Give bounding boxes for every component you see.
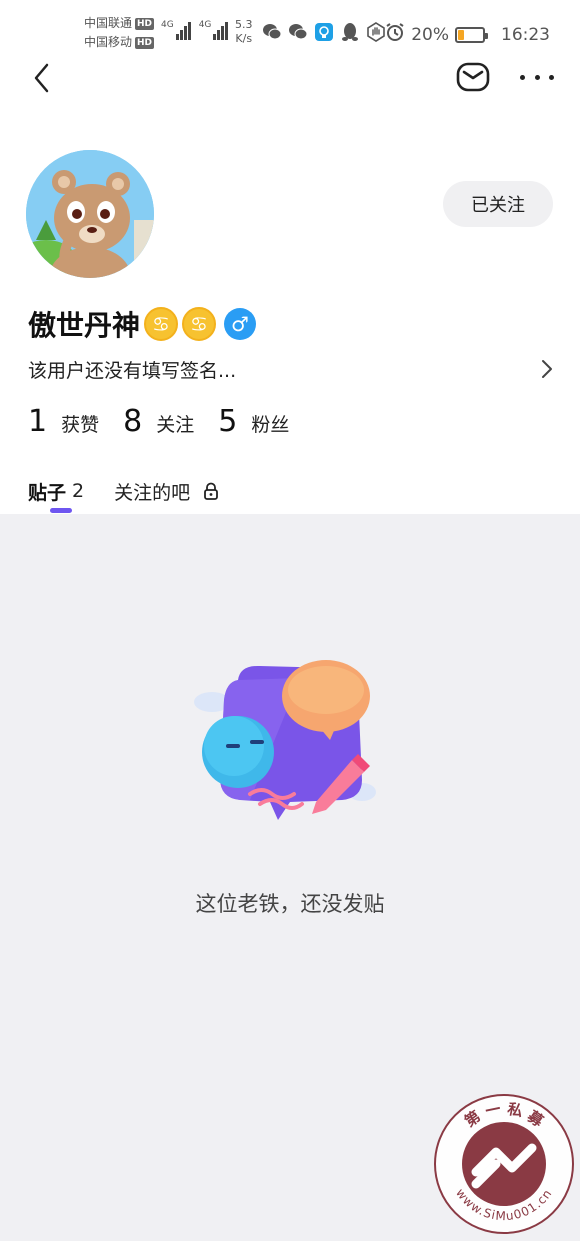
signal-indicators: 4G 4G [161, 20, 229, 40]
empty-posts-illustration [194, 660, 376, 820]
dot-icon [549, 74, 554, 80]
signal-icon: 4G [199, 20, 229, 40]
stat-label: 获赞 [61, 414, 100, 436]
empty-state-text: 这位老铁，还没发贴 [195, 892, 385, 916]
stat-number: 5 [218, 404, 238, 439]
message-button[interactable] [455, 60, 491, 94]
chevron-right-icon [542, 360, 552, 378]
username-row: 傲世丹神 ♋ ♋ ♂ [28, 304, 257, 344]
bear-avatar-image [26, 150, 154, 278]
following-button[interactable]: 已关注 [443, 181, 553, 227]
bio-text: 该用户还没有填写签名... [28, 359, 237, 382]
stat-likes: 1 获赞 [28, 404, 99, 439]
net-speed: 5.3 K/s [235, 18, 253, 46]
back-button[interactable] [26, 60, 56, 96]
alarm-icon [385, 22, 405, 47]
battery-icon [455, 26, 488, 43]
avatar[interactable] [26, 150, 154, 278]
male-gender-icon: ♂ [224, 308, 257, 340]
stat-number: 1 [28, 404, 48, 439]
profile-tabs: 贴子 2 关注的吧 [28, 474, 250, 514]
lock-icon [204, 482, 219, 500]
hd-badge: HD [135, 17, 155, 30]
hand-stop-icon [366, 22, 386, 42]
carrier-2-label: 中国移动 [84, 35, 133, 49]
battery-percent: 20% [411, 24, 449, 45]
zodiac-cancer-icon: ♋ [182, 307, 217, 341]
tab-label: 贴子 [28, 481, 67, 504]
network-type-label: 4G [198, 20, 212, 30]
more-options-button[interactable] [520, 62, 554, 92]
zodiac-cancer-icon: ♋ [144, 307, 179, 341]
stat-followers[interactable]: 5 粉丝 [218, 404, 289, 439]
lightbulb-app-icon [314, 22, 334, 42]
carrier-info: 中国联通 HD 中国移动 HD [84, 14, 155, 52]
stat-number: 8 [123, 404, 143, 439]
net-speed-value: 5.3 [235, 18, 253, 31]
stat-label: 关注 [156, 414, 195, 436]
stat-following[interactable]: 8 关注 [123, 404, 194, 439]
stats-row: 1 获赞 8 关注 5 粉丝 [28, 404, 313, 439]
wechat-icon [262, 22, 282, 42]
username: 傲世丹神 [28, 309, 141, 342]
active-tab-indicator [50, 508, 72, 513]
net-speed-unit: K/s [235, 32, 253, 45]
status-right: 20% 16:23 [385, 22, 550, 47]
dot-icon [534, 74, 540, 80]
tab-followed-forums[interactable]: 关注的吧 [114, 474, 220, 508]
chevron-left-icon [34, 63, 49, 93]
hd-badge: HD [135, 36, 155, 49]
status-bar: 中国联通 HD 中国移动 HD 4G 4G 5.3 K/s 20% 16:23 [0, 0, 580, 60]
signal-icon: 4G [161, 20, 191, 40]
stat-label: 粉丝 [251, 414, 290, 436]
dot-icon [520, 74, 525, 80]
tab-posts[interactable]: 贴子 2 [28, 474, 85, 513]
qq-icon [340, 22, 360, 42]
tab-label: 关注的吧 [114, 481, 191, 504]
notification-icons [262, 22, 386, 42]
bio-row[interactable]: 该用户还没有填写签名... [28, 352, 553, 386]
network-type-label: 4G [161, 20, 174, 30]
envelope-icon [456, 62, 490, 92]
carrier-1-label: 中国联通 [84, 16, 133, 30]
tab-count: 2 [72, 480, 85, 502]
watermark-logo: 第 一 私 募 www.SiMu001.cn [434, 1094, 574, 1234]
wechat-icon [288, 22, 308, 42]
clock: 16:23 [501, 24, 550, 45]
